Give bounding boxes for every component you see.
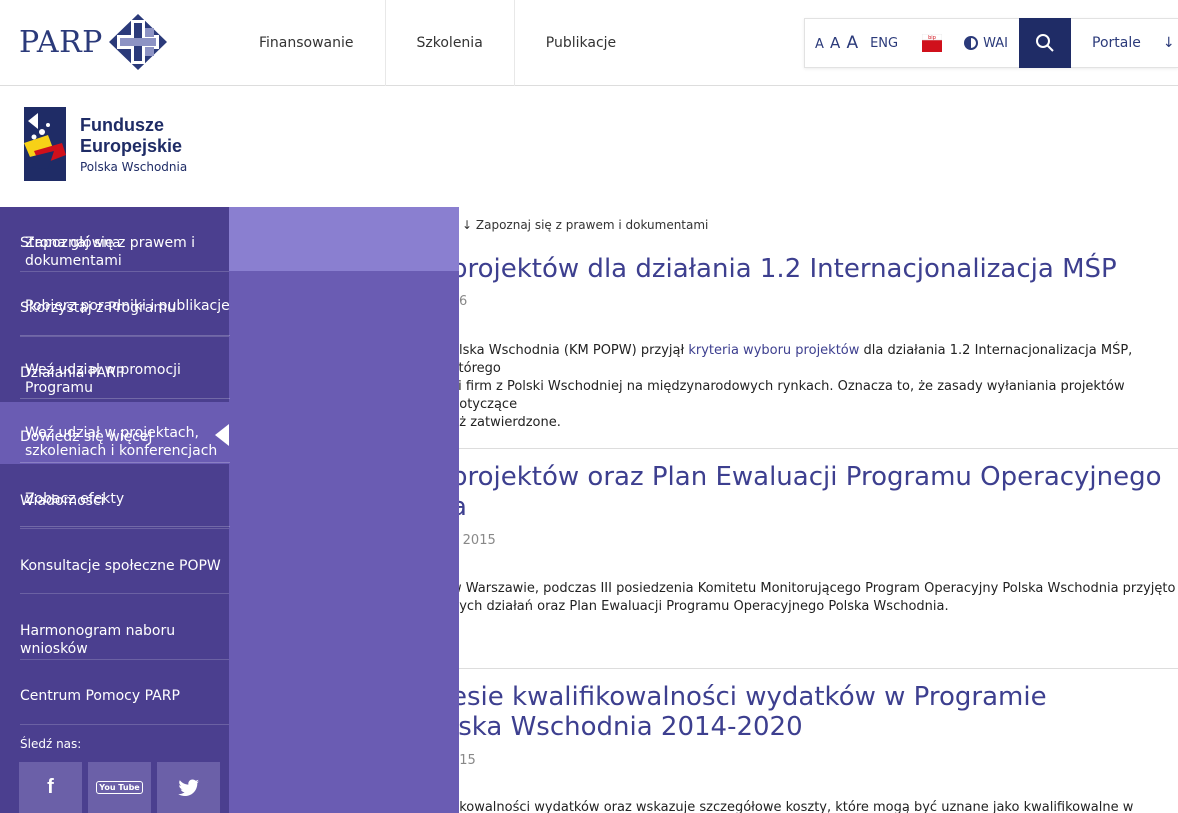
svg-text:bip: bip <box>928 35 936 41</box>
submenu-active-highlight <box>229 207 459 271</box>
article-body-line: ci firm z Polski Wschodniej na międzynar… <box>451 379 1125 412</box>
font-size-controls: A A A <box>815 33 860 53</box>
submenu-divider <box>20 526 230 527</box>
article-3: esie kwalifikowalności wydatków w Progra… <box>451 682 1178 813</box>
twitter-button[interactable] <box>157 762 220 813</box>
submenu-item-poradniki[interactable]: Pobierz poradniki i publikacje <box>20 271 230 336</box>
nav-publikacje[interactable]: Publikacje <box>515 0 647 86</box>
portale-label: Portale <box>1092 35 1141 51</box>
article-body: fikowalności wydatków oraz wskazuje szcz… <box>451 799 1178 813</box>
article-title-line1[interactable]: projektów oraz Plan Ewaluacji Programu O… <box>451 462 1178 492</box>
article-title-line2[interactable]: a <box>451 492 1178 522</box>
article-title-line1[interactable]: esie kwalifikowalności wydatków w Progra… <box>451 682 1178 712</box>
top-bar: PARP Finansowanie Szkolenia Publikacje A… <box>0 0 1178 86</box>
article-body-line: nych działań oraz Plan Ewaluacji Program… <box>451 599 949 614</box>
wai-contrast-button[interactable]: WAI <box>964 36 1008 51</box>
fundusze-europejskie-logo[interactable]: Fundusze Europejskie Polska Wschodnia <box>24 107 187 181</box>
article-title-line2[interactable]: lska Wschodnia 2014-2020 <box>451 712 1178 742</box>
fe-logo-line1: Fundusze <box>80 114 164 135</box>
search-button[interactable] <box>1019 18 1071 68</box>
parp-logo-text: PARP <box>19 24 103 60</box>
article-divider <box>459 448 1178 449</box>
fe-logo-line2: Europejskie <box>80 135 183 156</box>
contrast-icon <box>964 36 979 50</box>
submenu-item-label: Zobacz efekty <box>25 491 125 507</box>
sidebar-item-label: Konsultacje społeczne POPW <box>20 558 221 574</box>
nav-szkolenia[interactable]: Szkolenia <box>386 0 515 86</box>
portale-dropdown[interactable]: Portale ↓ <box>1092 19 1175 67</box>
font-size-large-button[interactable]: A <box>846 33 858 53</box>
criteria-link[interactable]: kryteria wyboru projektów <box>688 343 859 358</box>
facebook-icon: f <box>47 776 54 798</box>
submenu-item-prawo-dokumenty[interactable]: Zapoznaj się z prawem i dokumentami <box>20 207 230 271</box>
sidebar-item-harmonogram[interactable]: Harmonogram naboru wniosków <box>0 594 229 660</box>
article-title[interactable]: projektów dla działania 1.2 Internacjona… <box>451 254 1178 284</box>
parp-logo[interactable]: PARP <box>19 14 167 70</box>
article-2: projektów oraz Plan Ewaluacji Programu O… <box>451 462 1178 614</box>
bip-icon[interactable]: bip <box>922 34 943 52</box>
article-body: olska Wschodnia (KM POPW) przyjął kryter… <box>451 342 1178 432</box>
article-date: 6 <box>459 294 468 309</box>
article-body-text: olska Wschodnia (KM POPW) przyjął <box>451 343 689 358</box>
sidebar-item-label: Harmonogram naboru wniosków <box>20 623 176 657</box>
font-size-medium-button[interactable]: A <box>830 34 840 52</box>
submenu-item-label: Zapoznaj się z prawem i dokumentami <box>25 235 196 269</box>
breadcrumb-current[interactable]: Zapoznaj się z prawem i dokumentami <box>476 218 709 232</box>
sidebar-divider <box>20 724 229 725</box>
article-divider <box>459 668 1178 669</box>
submenu-item-label: Weź udział w projektach, szkoleniach i k… <box>25 425 218 459</box>
submenu-item-efekty[interactable]: Zobacz efekty <box>20 463 230 527</box>
article-body-line: w Warszawie, podczas III posiedzenia Kom… <box>451 581 1176 596</box>
sidebar-item-centrum-pomocy[interactable]: Centrum Pomocy PARP <box>0 660 229 725</box>
top-nav: Finansowanie Szkolenia Publikacje <box>228 0 647 86</box>
sidebar-item-konsultacje[interactable]: Konsultacje społeczne POPW <box>0 529 229 594</box>
article-body-line: fikowalności wydatków oraz wskazuje szcz… <box>451 800 1134 813</box>
language-eng-link[interactable]: ENG <box>870 36 898 51</box>
youtube-icon: You Tube <box>96 781 143 794</box>
facebook-button[interactable]: f <box>19 762 82 813</box>
submenu-item-projekty-szkolenia[interactable]: Weź udział w projektach, szkoleniach i k… <box>20 399 230 463</box>
submenu-item-label: Weź udział w promocji Programu <box>25 362 181 396</box>
article-body: w Warszawie, podczas III posiedzenia Kom… <box>451 580 1178 616</box>
article-1: projektów dla działania 1.2 Internacjona… <box>451 254 1178 430</box>
eu-funds-flag-icon <box>24 107 66 181</box>
search-icon <box>1036 34 1054 52</box>
arrow-down-icon: ↓ <box>1162 35 1175 51</box>
breadcrumb: ↓ Zapoznaj się z prawem i dokumentami <box>462 218 708 232</box>
parp-logo-icon <box>108 14 167 70</box>
arrow-down-small-icon: ↓ <box>462 218 473 232</box>
sidebar-item-label: Centrum Pomocy PARP <box>20 688 180 704</box>
youtube-button[interactable]: You Tube <box>88 762 151 813</box>
font-size-small-button[interactable]: A <box>815 37 824 52</box>
tools-bar: A A A ENG bip WAI Portale ↓ <box>804 18 1178 68</box>
article-body-line: uż zatwierdzone. <box>451 415 561 430</box>
twitter-icon <box>177 778 199 796</box>
submenu-item-promocja[interactable]: Weź udział w promocji Programu <box>20 336 230 399</box>
wai-label: WAI <box>983 35 1008 51</box>
nav-finansowanie[interactable]: Finansowanie <box>228 0 386 86</box>
follow-us-label: Śledź nas: <box>20 737 82 751</box>
fe-logo-line3: Polska Wschodnia <box>80 159 188 174</box>
sidebar-menu-secondary <box>229 207 459 813</box>
submenu-item-label: Pobierz poradniki i publikacje <box>25 298 230 314</box>
